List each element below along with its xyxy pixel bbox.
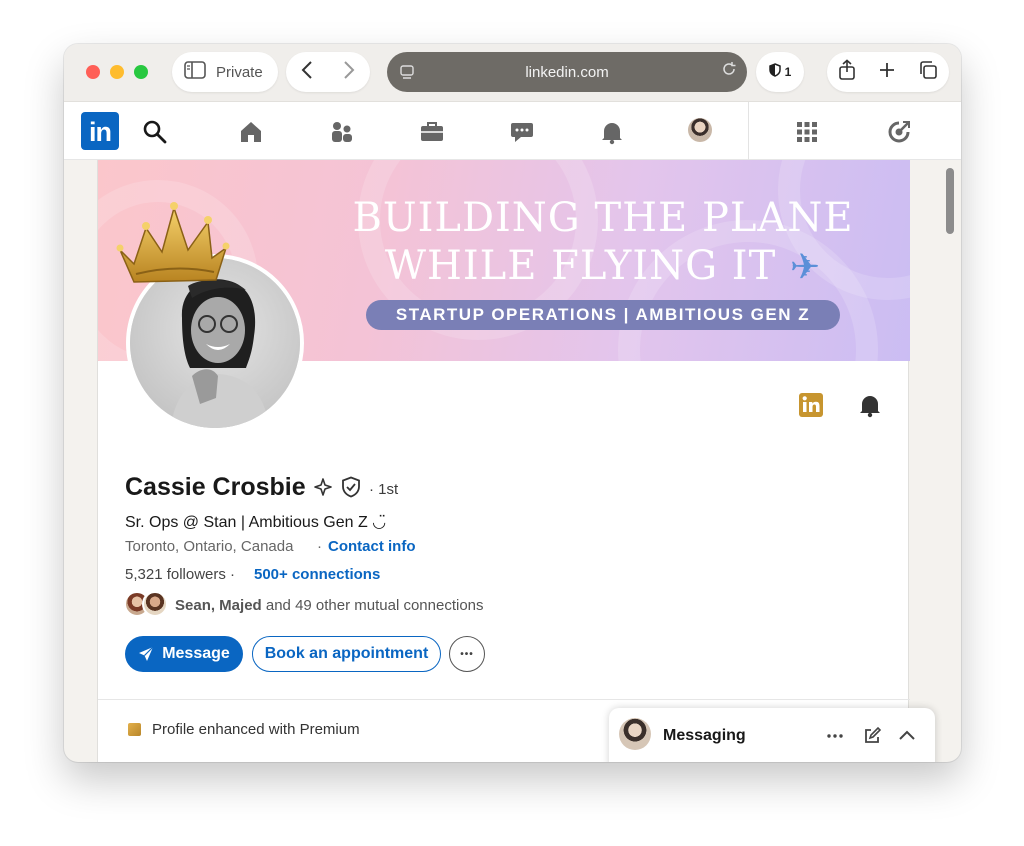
reload-icon[interactable] <box>721 61 737 82</box>
share-icon <box>839 58 855 80</box>
compose-message-icon[interactable] <box>862 726 882 751</box>
url-text: linkedin.com <box>525 63 609 81</box>
banner-headline-line2: WHILE FLYING IT ✈ <box>384 243 822 289</box>
mutual-avatar-majed[interactable] <box>142 591 168 617</box>
messaging-title: Messaging <box>663 727 746 744</box>
back-button[interactable] <box>300 60 314 84</box>
nav-divider <box>748 102 749 160</box>
contact-info-link[interactable]: · Contact info <box>317 538 416 555</box>
tracker-count: 1 <box>784 65 792 79</box>
profile-card: BUILDING THE PLANE WHILE FLYING IT ✈ STA… <box>97 160 910 762</box>
messaging-widget[interactable]: Messaging <box>609 708 935 762</box>
address-bar[interactable]: linkedin.com <box>387 52 747 92</box>
linkedin-premium-icon[interactable] <box>798 392 824 423</box>
mutual-names: Sean, Majed <box>175 597 262 614</box>
messaging-avatar <box>619 718 651 750</box>
contact-separator: · <box>317 538 322 555</box>
plus-icon <box>880 62 894 77</box>
contact-info-label: Contact info <box>328 538 416 555</box>
browser-actions <box>827 52 949 92</box>
mutual-connections-link[interactable]: Sean, Majed and 49 other mutual connecti… <box>175 597 484 614</box>
messaging-options-icon[interactable] <box>825 726 845 751</box>
more-actions-button[interactable]: ••• <box>449 636 485 672</box>
new-tab-button[interactable] <box>878 61 896 84</box>
send-icon <box>138 646 154 662</box>
private-label: Private <box>216 63 263 81</box>
followers-count: 5,321 followers · <box>125 566 236 583</box>
sidebar-icon <box>184 60 206 84</box>
jobs-icon[interactable] <box>419 119 445 145</box>
profile-location: Toronto, Ontario, Canada <box>125 538 294 555</box>
forward-button[interactable] <box>342 60 356 84</box>
minimize-window-button[interactable] <box>110 65 124 79</box>
premium-banner: Profile enhanced with Premium <box>128 721 360 738</box>
history-nav <box>286 52 370 92</box>
zoom-window-button[interactable] <box>134 65 148 79</box>
privacy-report-button[interactable]: 1 <box>756 52 804 92</box>
tabs-icon <box>920 60 937 79</box>
book-appointment-button[interactable]: Book an appointment <box>252 636 441 672</box>
home-icon[interactable] <box>238 119 264 145</box>
chevron-right-icon <box>344 61 355 79</box>
message-label: Message <box>162 645 230 662</box>
shield-icon <box>768 62 781 82</box>
message-button[interactable]: Message <box>125 636 243 672</box>
me-avatar[interactable] <box>688 118 712 142</box>
banner-tagline: STARTUP OPERATIONS | AMBITIOUS GEN Z <box>366 300 840 330</box>
browser-window: Private linkedin.com 1 in BUILDING THE P… <box>64 44 961 762</box>
page-scrollbar[interactable] <box>944 164 956 762</box>
browser-toolbar: Private linkedin.com 1 <box>64 44 961 102</box>
crown-icon <box>112 194 232 291</box>
page-menu-icon[interactable] <box>399 64 415 85</box>
section-divider <box>98 699 910 700</box>
advertise-icon[interactable] <box>886 119 912 145</box>
linkedin-nav: in <box>64 102 961 160</box>
linkedin-logo[interactable]: in <box>81 112 119 150</box>
my-network-icon[interactable] <box>329 119 355 145</box>
chevron-left-icon <box>301 61 312 79</box>
notifications-bell-icon[interactable] <box>599 119 625 145</box>
profile-name: Cassie Crosbie <box>125 473 306 501</box>
close-window-button[interactable] <box>86 65 100 79</box>
share-button[interactable] <box>838 58 856 86</box>
connection-degree: · 1st <box>369 481 399 498</box>
premium-icon <box>128 723 141 736</box>
chevron-up-icon[interactable] <box>897 726 917 751</box>
airplane-icon: ✈ <box>789 247 822 288</box>
apps-grid-icon[interactable] <box>794 119 820 145</box>
search-icon[interactable] <box>142 119 168 145</box>
scrollbar-thumb[interactable] <box>946 168 954 234</box>
premium-text: Profile enhanced with Premium <box>152 721 360 738</box>
profile-headline: Sr. Ops @ Stan | Ambitious Gen Z ◡̈ <box>125 514 387 531</box>
messaging-icon[interactable] <box>509 119 535 145</box>
tab-overview-button[interactable] <box>918 60 938 85</box>
more-dots-icon: ••• <box>460 648 474 660</box>
mutual-rest: and 49 other mutual connections <box>261 597 484 614</box>
sidebar-toggle-button[interactable]: Private <box>172 52 278 92</box>
banner-headline-line1: BUILDING THE PLANE <box>352 195 854 241</box>
verified-shield-icon[interactable] <box>341 476 361 503</box>
connections-link[interactable]: 500+ connections <box>254 566 380 583</box>
follow-bell-icon[interactable] <box>857 392 883 423</box>
name-badges: · 1st <box>314 476 398 503</box>
sparkle-icon[interactable] <box>314 478 332 501</box>
